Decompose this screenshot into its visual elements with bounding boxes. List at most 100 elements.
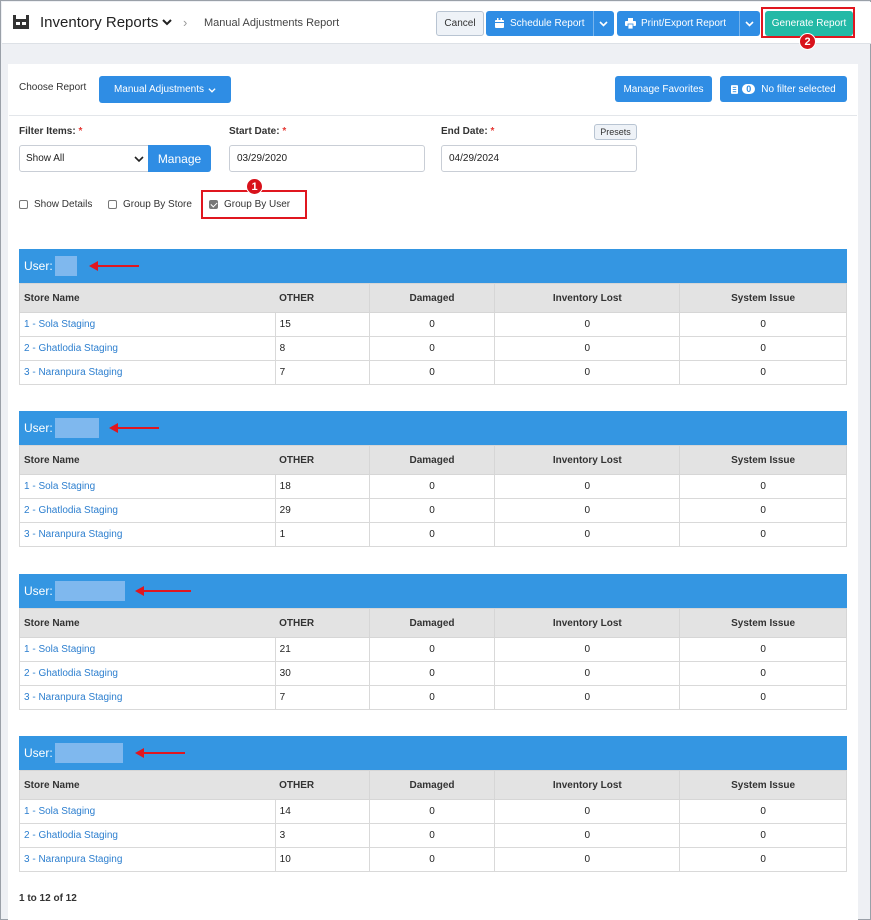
store-link[interactable]: 3 - Naranpura Staging	[19, 685, 276, 710]
user-prefix: User:	[24, 259, 53, 273]
show-details-checkbox[interactable]: Show Details	[19, 199, 92, 210]
presets-button[interactable]: Presets	[594, 124, 637, 140]
chevron-down-icon	[208, 87, 216, 93]
damaged-cell: 0	[368, 799, 496, 824]
page-title: Inventory Reports	[40, 14, 159, 31]
table-row: 1 - Sola Staging 14 0 0 0	[19, 799, 847, 824]
col-inventory-lost: Inventory Lost	[494, 283, 681, 313]
col-damaged: Damaged	[368, 770, 496, 800]
inventory-lost-cell: 0	[494, 474, 681, 499]
damaged-cell: 0	[368, 823, 496, 848]
filter-items-select[interactable]: Show All	[19, 145, 149, 172]
inventory-lost-cell: 0	[494, 685, 681, 710]
annotation-badge-2: 2	[799, 33, 816, 50]
breadcrumb-separator-icon: ›	[183, 15, 188, 30]
redacted-username	[54, 581, 125, 601]
calendar-icon	[495, 18, 504, 28]
store-link[interactable]: 3 - Naranpura Staging	[19, 847, 276, 872]
cancel-button[interactable]: Cancel	[436, 11, 484, 36]
choose-report-label: Choose Report	[19, 82, 87, 93]
start-date-label: Start Date: *	[229, 126, 287, 137]
store-link[interactable]: 2 - Ghatlodia Staging	[19, 336, 276, 361]
inventory-lost-cell: 0	[494, 847, 681, 872]
redacted-username	[54, 743, 123, 763]
store-link[interactable]: 1 - Sola Staging	[19, 637, 276, 662]
report-value: Manual Adjustments	[113, 84, 205, 95]
inventory-lost-cell: 0	[494, 522, 681, 547]
user-group-header: User:	[19, 411, 847, 445]
print-icon	[625, 18, 636, 29]
end-date-input[interactable]: 04/29/2024	[441, 145, 637, 172]
inventory-lost-cell: 0	[494, 799, 681, 824]
table-row: 3 - Naranpura Staging 7 0 0 0	[19, 685, 847, 710]
col-damaged: Damaged	[368, 283, 496, 313]
col-other: OTHER	[275, 770, 370, 800]
chevron-down-icon[interactable]	[160, 15, 174, 29]
other-cell: 7	[274, 685, 370, 710]
group-by-store-checkbox[interactable]: Group By Store	[108, 199, 192, 210]
col-system-issue: System Issue	[679, 770, 847, 800]
chevron-down-icon[interactable]	[745, 19, 754, 28]
damaged-cell: 0	[368, 360, 496, 385]
filter-items-value: Show All	[26, 153, 65, 164]
filter-status-button[interactable]: 0 No filter selected	[720, 76, 847, 102]
store-link[interactable]: 2 - Ghatlodia Staging	[19, 823, 276, 848]
store-link[interactable]: 1 - Sola Staging	[19, 799, 276, 824]
manage-favorites-button[interactable]: Manage Favorites	[615, 76, 712, 102]
schedule-report-button[interactable]: Schedule Report	[486, 11, 614, 36]
app-window: Inventory Reports › Manual Adjustments R…	[0, 0, 871, 920]
red-arrow-annotation	[89, 261, 139, 271]
system-issue-cell: 0	[679, 685, 847, 710]
chevron-down-icon[interactable]	[599, 19, 608, 28]
store-link[interactable]: 2 - Ghatlodia Staging	[19, 661, 276, 686]
damaged-cell: 0	[368, 847, 496, 872]
store-link[interactable]: 3 - Naranpura Staging	[19, 522, 276, 547]
presets-label: Presets	[600, 127, 631, 137]
table-header-row: Store Name OTHER Damaged Inventory Lost …	[19, 445, 847, 475]
damaged-cell: 0	[368, 685, 496, 710]
damaged-cell: 0	[368, 661, 496, 686]
inventory-lost-cell: 0	[494, 637, 681, 662]
col-store-name: Store Name	[19, 283, 276, 313]
col-damaged: Damaged	[368, 608, 496, 638]
system-issue-cell: 0	[679, 498, 847, 523]
table-row: 1 - Sola Staging 21 0 0 0	[19, 637, 847, 662]
user-prefix: User:	[24, 584, 53, 598]
store-link[interactable]: 3 - Naranpura Staging	[19, 360, 276, 385]
table-row: 2 - Ghatlodia Staging 8 0 0 0	[19, 336, 847, 361]
table-row: 3 - Naranpura Staging 7 0 0 0	[19, 360, 847, 385]
system-issue-cell: 0	[679, 522, 847, 547]
user-group-header: User:	[19, 249, 847, 283]
store-link[interactable]: 2 - Ghatlodia Staging	[19, 498, 276, 523]
breadcrumb: Manual Adjustments Report	[204, 17, 340, 29]
other-cell: 8	[274, 336, 370, 361]
other-cell: 21	[274, 637, 370, 662]
manage-button[interactable]: Manage	[148, 145, 211, 172]
system-issue-cell: 0	[679, 847, 847, 872]
system-issue-cell: 0	[679, 312, 847, 337]
choose-report-dropdown[interactable]: Manual Adjustments	[99, 76, 231, 103]
red-arrow-annotation	[135, 586, 191, 596]
redacted-username	[54, 256, 77, 276]
table-row: 2 - Ghatlodia Staging 3 0 0 0	[19, 823, 847, 848]
user-group-2: User: Store Name OTHER Damaged Inventory…	[19, 411, 847, 547]
inventory-lost-cell: 0	[494, 360, 681, 385]
warehouse-icon	[13, 15, 29, 29]
checkbox-box[interactable]	[19, 200, 28, 209]
red-arrow-annotation	[135, 748, 185, 758]
table-header-row: Store Name OTHER Damaged Inventory Lost …	[19, 770, 847, 800]
user-prefix: User:	[24, 421, 53, 435]
other-cell: 18	[274, 474, 370, 499]
col-system-issue: System Issue	[679, 445, 847, 475]
col-inventory-lost: Inventory Lost	[494, 608, 681, 638]
print-export-button[interactable]: Print/Export Report	[617, 11, 760, 36]
split-divider	[593, 11, 594, 36]
damaged-cell: 0	[368, 312, 496, 337]
other-cell: 3	[274, 823, 370, 848]
store-link[interactable]: 1 - Sola Staging	[19, 312, 276, 337]
col-inventory-lost: Inventory Lost	[494, 445, 681, 475]
store-link[interactable]: 1 - Sola Staging	[19, 474, 276, 499]
start-date-input[interactable]: 03/29/2020	[229, 145, 425, 172]
col-store-name: Store Name	[19, 608, 276, 638]
checkbox-box[interactable]	[108, 200, 117, 209]
